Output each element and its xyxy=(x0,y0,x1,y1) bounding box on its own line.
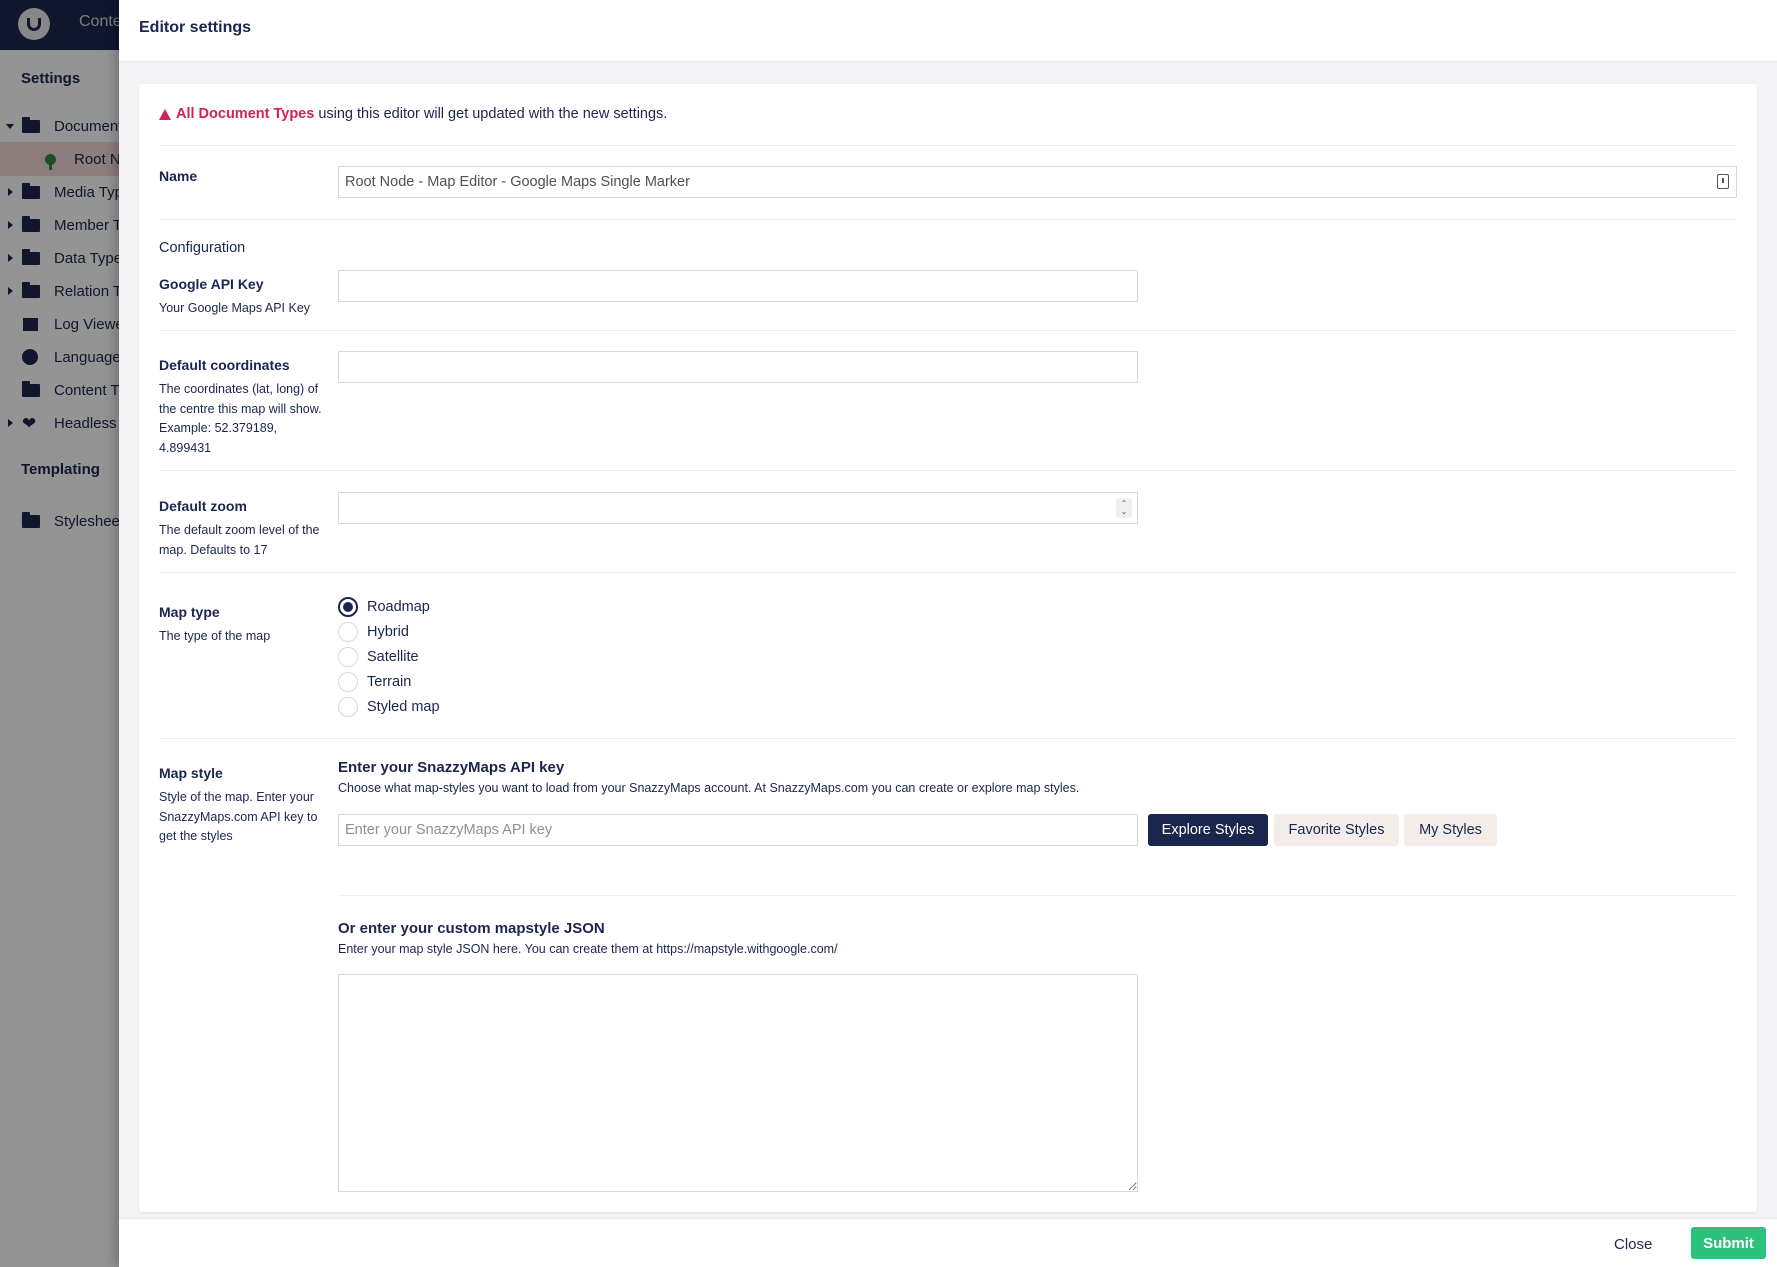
map-style-description: Style of the map. Enter your SnazzyMaps.… xyxy=(159,790,318,843)
custom-json-textarea[interactable] xyxy=(338,974,1138,1192)
warning-message: All Document Types using this editor wil… xyxy=(159,106,667,122)
explore-styles-button[interactable]: Explore Styles xyxy=(1148,814,1268,846)
lock-icon[interactable] xyxy=(1717,174,1729,189)
map-type-option-hybrid[interactable]: Hybrid xyxy=(338,622,409,642)
radio-checked-icon[interactable] xyxy=(338,597,358,617)
default-coordinates-label: Default coordinates xyxy=(159,357,290,373)
divider xyxy=(159,738,1737,739)
map-type-option-terrain[interactable]: Terrain xyxy=(338,672,411,692)
map-type-option-roadmap[interactable]: Roadmap xyxy=(338,597,430,617)
divider xyxy=(159,470,1737,471)
name-label: Name xyxy=(159,168,198,184)
warning-text: using this editor will get updated with … xyxy=(318,106,668,122)
favorite-styles-button[interactable]: Favorite Styles xyxy=(1274,814,1399,846)
editor-settings-panel: Editor settings All Document Types using… xyxy=(119,0,1777,1267)
default-zoom-wrapper: ⌃ ⌄ xyxy=(338,492,1138,524)
divider xyxy=(159,145,1737,146)
default-zoom-input[interactable] xyxy=(338,492,1138,524)
radio-icon[interactable] xyxy=(338,647,358,667)
submit-button[interactable]: Submit xyxy=(1691,1227,1766,1259)
divider xyxy=(159,219,1737,220)
map-type-description: The type of the map xyxy=(159,629,271,643)
radio-icon[interactable] xyxy=(338,697,358,717)
panel-footer: Close Submit xyxy=(119,1218,1777,1267)
map-style-label: Map style xyxy=(159,765,223,781)
map-type-option-styled-map[interactable]: Styled map xyxy=(338,697,440,717)
number-spinner-icon[interactable]: ⌃ ⌄ xyxy=(1116,498,1132,518)
panel-body: All Document Types using this editor wil… xyxy=(139,84,1757,1212)
name-input[interactable] xyxy=(338,166,1737,198)
map-type-label: Map type xyxy=(159,604,220,620)
panel-header: Editor settings xyxy=(119,0,1777,62)
google-api-key-description: Your Google Maps API Key xyxy=(159,301,311,315)
configuration-heading: Configuration xyxy=(159,240,246,256)
default-coordinates-input[interactable] xyxy=(338,351,1138,383)
snazzymaps-title: Enter your SnazzyMaps API key xyxy=(338,759,565,776)
panel-title: Editor settings xyxy=(139,19,252,36)
map-type-option-satellite[interactable]: Satellite xyxy=(338,647,419,667)
custom-json-description: Enter your map style JSON here. You can … xyxy=(338,942,838,956)
all-document-types-link[interactable]: All Document Types xyxy=(176,106,314,122)
google-api-key-label: Google API Key xyxy=(159,276,264,292)
radio-icon[interactable] xyxy=(338,672,358,692)
default-zoom-description: The default zoom level of the map. Defau… xyxy=(159,523,320,557)
warning-icon xyxy=(159,108,171,120)
modal-backdrop[interactable] xyxy=(0,0,120,1267)
snazzymaps-description: Choose what map-styles you want to load … xyxy=(338,781,1080,795)
divider xyxy=(159,572,1737,573)
my-styles-button[interactable]: My Styles xyxy=(1404,814,1497,846)
close-button[interactable]: Close xyxy=(1614,1229,1652,1259)
radio-icon[interactable] xyxy=(338,622,358,642)
divider xyxy=(338,895,1737,896)
google-api-key-input[interactable] xyxy=(338,270,1138,302)
snazzymaps-api-key-input[interactable] xyxy=(338,814,1138,846)
default-coordinates-description: The coordinates (lat, long) of the centr… xyxy=(159,382,322,455)
default-zoom-label: Default zoom xyxy=(159,498,247,514)
custom-json-title: Or enter your custom mapstyle JSON xyxy=(338,920,605,937)
divider xyxy=(159,330,1737,331)
